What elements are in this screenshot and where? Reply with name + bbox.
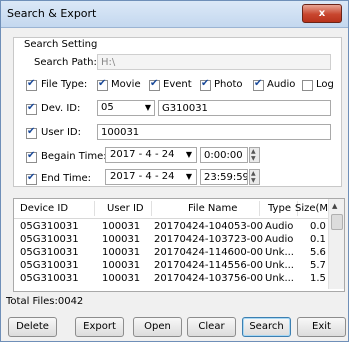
dev-id-select[interactable]: 05 ▼ <box>97 100 155 116</box>
cell-user-id: 100031 <box>102 221 141 232</box>
cell-type: Unk... <box>265 273 294 284</box>
search-export-window: Search & Export x Search Setting Search … <box>0 0 349 342</box>
table-row[interactable]: 05G310031 100031 20170424-103723-00 Audi… <box>14 234 328 247</box>
spinner-down-icon[interactable]: ▼ <box>251 178 256 184</box>
vertical-scrollbar[interactable]: ▲ <box>328 199 344 289</box>
table-row[interactable]: 05G310031 100031 20170424-104053-00 Audi… <box>14 221 328 234</box>
column-file-name[interactable]: File Name <box>188 203 237 214</box>
dev-id-label: Dev. ID: <box>41 103 81 114</box>
search-path-input[interactable]: H:\ <box>97 54 331 70</box>
begin-time-input[interactable]: 0:00:00 <box>200 147 248 163</box>
log-label: Log <box>316 79 334 90</box>
file-type-label: File Type: <box>41 79 88 90</box>
exit-button[interactable]: Exit <box>297 317 346 337</box>
table-row[interactable]: 05G310031 100031 20170424-103756-00 Unk.… <box>14 273 328 286</box>
open-button[interactable]: Open <box>133 317 182 337</box>
end-date-picker[interactable]: 2017 - 4 - 24 ▼ <box>105 169 197 185</box>
photo-checkbox[interactable] <box>200 78 211 91</box>
begin-time-spinner[interactable]: ▲ ▼ <box>249 147 260 163</box>
user-id-label: User ID: <box>41 127 81 138</box>
table-header: Device ID User ID File Name Type Size(MB… <box>14 199 339 219</box>
file-type-checkbox[interactable] <box>26 78 37 91</box>
cell-file-name: 20170424-103723-00 <box>154 234 264 245</box>
spinner-down-icon[interactable]: ▼ <box>251 156 256 162</box>
begin-time-label: Begain Time: <box>41 151 107 162</box>
results-table[interactable]: Device ID User ID File Name Type Size(MB… <box>13 198 345 292</box>
cell-size: 5.7 <box>310 260 326 271</box>
close-icon[interactable]: x <box>319 8 325 19</box>
movie-label: Movie <box>111 79 141 90</box>
table-row[interactable]: 05G310031 100031 20170424-114556-00 Unk.… <box>14 260 328 273</box>
chevron-down-icon: ▼ <box>185 150 192 159</box>
dev-id-checkbox[interactable] <box>26 102 37 115</box>
cell-file-name: 20170424-103756-00 <box>154 273 264 284</box>
cell-size: 5.6 <box>310 247 326 258</box>
column-user-id[interactable]: User ID <box>107 203 144 214</box>
column-device-id[interactable]: Device ID <box>20 203 68 214</box>
column-type[interactable]: Type <box>268 203 291 214</box>
event-label: Event <box>163 79 192 90</box>
event-checkbox[interactable] <box>149 78 160 91</box>
export-button[interactable]: Export <box>75 317 124 337</box>
end-time-spinner[interactable]: ▲ ▼ <box>249 169 260 185</box>
cell-type: Unk... <box>265 247 294 258</box>
cell-device-id: 05G310031 <box>20 247 79 258</box>
audio-checkbox[interactable] <box>253 78 264 91</box>
search-setting-label: Search Setting <box>22 39 100 50</box>
cell-file-name: 20170424-114600-00 <box>154 247 264 258</box>
chevron-down-icon: ▼ <box>185 172 192 181</box>
movie-checkbox[interactable] <box>97 78 108 91</box>
end-time-label: End Time: <box>41 173 92 184</box>
window-title: Search & Export <box>7 7 97 20</box>
user-id-input[interactable]: 100031 <box>97 124 331 140</box>
begin-date-picker[interactable]: 2017 - 4 - 24 ▼ <box>105 147 197 163</box>
begin-date-value: 2017 - 4 - 24 <box>110 149 175 160</box>
chevron-down-icon: ▼ <box>144 103 151 112</box>
cell-device-id: 05G310031 <box>20 221 79 232</box>
cell-file-name: 20170424-104053-00 <box>154 221 264 232</box>
cell-type: Audio <box>265 234 294 245</box>
cell-device-id: 05G310031 <box>20 273 79 284</box>
title-bar[interactable]: Search & Export x <box>1 1 348 28</box>
cell-file-name: 20170424-114556-00 <box>154 260 264 271</box>
dev-id-input[interactable]: G310031 <box>158 100 331 116</box>
audio-label: Audio <box>267 79 296 90</box>
scroll-up-icon[interactable]: ▲ <box>332 202 337 210</box>
cell-type: Unk... <box>265 260 294 271</box>
cell-size: 1.5 <box>310 273 326 284</box>
photo-label: Photo <box>214 79 243 90</box>
end-date-value: 2017 - 4 - 24 <box>110 171 175 182</box>
cell-type: Audio <box>265 221 294 232</box>
user-id-checkbox[interactable] <box>26 126 37 139</box>
delete-button[interactable]: Delete <box>8 317 57 337</box>
table-row[interactable]: 05G310031 100031 20170424-114600-00 Unk.… <box>14 247 328 260</box>
end-time-input[interactable]: 23:59:59 <box>200 169 248 185</box>
cell-device-id: 05G310031 <box>20 234 79 245</box>
cell-user-id: 100031 <box>102 260 141 271</box>
search-path-label: Search Path: <box>34 57 97 68</box>
clear-button[interactable]: Clear <box>187 317 236 337</box>
cell-user-id: 100031 <box>102 273 141 284</box>
log-checkbox[interactable] <box>302 80 313 91</box>
total-files-label: Total Files:0042 <box>6 296 84 307</box>
cell-size: 0.0 <box>310 221 326 232</box>
cell-device-id: 05G310031 <box>20 260 79 271</box>
dev-id-select-value: 05 <box>101 102 114 113</box>
close-button[interactable]: x <box>302 4 342 23</box>
scroll-thumb[interactable] <box>331 214 343 230</box>
cell-size: 0.1 <box>310 234 326 245</box>
cell-user-id: 100031 <box>102 234 141 245</box>
begin-time-checkbox[interactable] <box>26 150 37 163</box>
end-time-checkbox[interactable] <box>26 172 37 185</box>
search-button[interactable]: Search <box>242 317 291 337</box>
cell-user-id: 100031 <box>102 247 141 258</box>
